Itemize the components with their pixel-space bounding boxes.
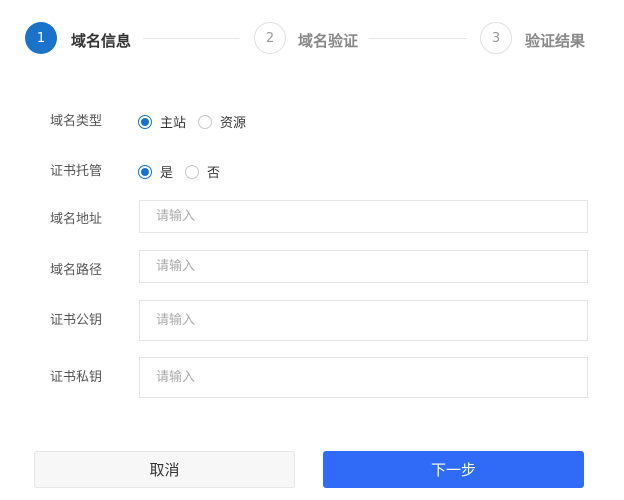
domain-address-input[interactable] [139, 200, 588, 233]
radio-label: 资源 [220, 116, 247, 131]
domain-address-label: 域名地址 [50, 212, 103, 227]
cert-public-key-input[interactable] [139, 300, 588, 341]
domain-path-input[interactable] [139, 250, 588, 283]
step-indicator: 1 域名信息 2 域名验证 3 验证结果 [25, 22, 586, 56]
domain-type-option-main[interactable]: 主站 [138, 112, 186, 131]
domain-type-label: 域名类型 [50, 114, 103, 129]
domain-path-label: 域名路径 [50, 263, 103, 278]
cert-private-key-input[interactable] [139, 357, 588, 398]
step-2-label: 域名验证 [298, 32, 359, 50]
cert-hosting-option-yes[interactable]: 是 [138, 162, 173, 181]
radio-label: 是 [160, 166, 174, 181]
radio-label: 否 [207, 166, 221, 181]
step-connector [143, 38, 239, 39]
cert-hosting-option-no[interactable]: 否 [185, 162, 220, 181]
domain-type-radio-group: 主站 资源 [138, 112, 258, 131]
cancel-button[interactable]: 取消 [34, 451, 295, 488]
cert-hosting-radio-group: 是 否 [138, 162, 232, 181]
next-step-button[interactable]: 下一步 [323, 451, 584, 488]
radio-checked-icon[interactable] [138, 164, 152, 179]
cert-private-key-label: 证书私钥 [50, 370, 103, 385]
radio-unchecked-icon[interactable] [185, 164, 200, 179]
step-3-circle: 3 [480, 22, 512, 54]
step-3-label: 验证结果 [525, 32, 586, 50]
cert-public-key-label: 证书公钥 [50, 313, 103, 328]
radio-checked-icon[interactable] [138, 114, 152, 129]
step-1-circle: 1 [25, 22, 57, 54]
domain-type-option-resource[interactable]: 资源 [198, 112, 246, 131]
radio-unchecked-icon[interactable] [198, 114, 213, 129]
step-2-circle: 2 [254, 22, 286, 54]
radio-label: 主站 [160, 116, 187, 131]
step-1-label: 域名信息 [71, 32, 132, 50]
cert-hosting-label: 证书托管 [50, 164, 103, 179]
step-connector [369, 38, 467, 39]
